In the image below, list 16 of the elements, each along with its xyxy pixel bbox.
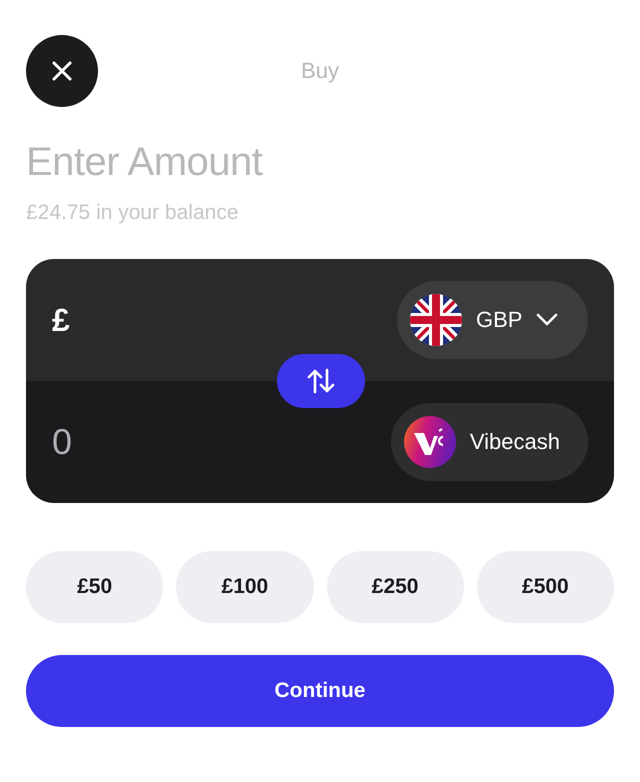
balance-text: £24.75 in your balance	[26, 200, 240, 226]
close-icon	[51, 60, 73, 82]
flag-icon	[410, 294, 462, 346]
amount-preset-button[interactable]: £100	[176, 551, 314, 623]
currency-selector[interactable]: GBP	[397, 281, 588, 359]
amount-preset-button[interactable]: £250	[326, 551, 464, 623]
amount-value: 0	[52, 421, 72, 463]
screen-title: Buy	[300, 58, 340, 84]
page-heading: Enter Amount	[26, 139, 264, 185]
continue-button[interactable]: Continue	[26, 655, 614, 727]
currency-symbol: £	[52, 302, 70, 338]
logo-icon	[404, 416, 456, 468]
swap-icon	[307, 368, 335, 394]
amount-preset-button[interactable]: £50	[26, 551, 164, 623]
token-name: Vibecash	[470, 429, 560, 455]
amount-preset-button[interactable]: £500	[476, 551, 614, 623]
